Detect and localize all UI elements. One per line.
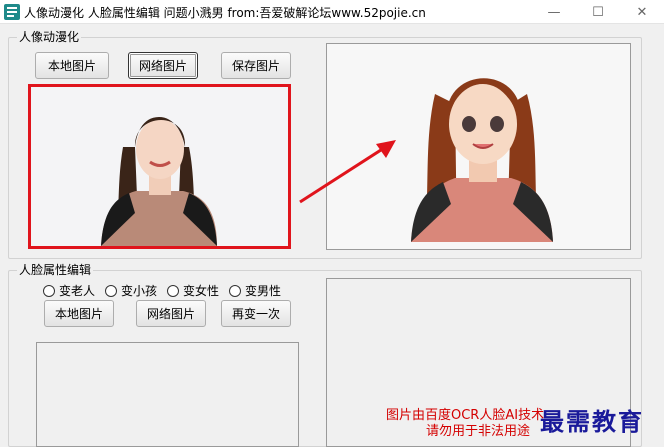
radio-label: 变老人 xyxy=(59,284,96,298)
face-group-label: 人脸属性编辑 xyxy=(17,263,94,277)
radio-old[interactable]: 变老人 xyxy=(43,282,95,299)
radio-button[interactable] xyxy=(105,284,118,297)
radio-label: 变女性 xyxy=(183,284,220,298)
anime-local-image-button[interactable]: 本地图片 xyxy=(35,52,109,79)
face-source-frame xyxy=(36,342,299,447)
window-title: 人像动漫化 人脸属性编辑 问题小溅男 from:吾爱破解论坛www.52poji… xyxy=(24,6,426,20)
close-button[interactable]: ✕ xyxy=(620,0,664,24)
title-bar: 人像动漫化 人脸属性编辑 问题小溅男 from:吾爱破解论坛www.52poji… xyxy=(0,0,664,24)
anime-save-image-button[interactable]: 保存图片 xyxy=(221,52,291,79)
face-network-image-button[interactable]: 网络图片 xyxy=(136,300,206,327)
maximize-button[interactable]: ☐ xyxy=(576,0,620,24)
watermark-text: 最需教育 xyxy=(540,407,644,436)
radio-male[interactable]: 变男性 xyxy=(229,282,281,299)
face-options: 变老人 变小孩 变女性 变男性 xyxy=(43,282,291,299)
source-photo xyxy=(31,87,288,246)
app-icon xyxy=(4,4,20,20)
radio-child[interactable]: 变小孩 xyxy=(105,282,157,299)
radio-female[interactable]: 变女性 xyxy=(167,282,219,299)
face-again-button[interactable]: 再变一次 xyxy=(221,300,291,327)
radio-label: 变男性 xyxy=(245,284,282,298)
radio-button[interactable] xyxy=(43,284,55,297)
minimize-button[interactable]: — xyxy=(532,0,576,24)
anime-group-label: 人像动漫化 xyxy=(17,30,82,44)
radio-label: 变小孩 xyxy=(121,284,158,298)
red-arrow-icon xyxy=(299,140,396,204)
radio-button[interactable] xyxy=(167,284,180,297)
source-photo-frame xyxy=(28,84,291,249)
radio-button[interactable] xyxy=(229,284,242,297)
anime-network-image-button[interactable]: 网络图片 xyxy=(128,52,198,79)
notice-line-2: 请勿用于非法用途 xyxy=(426,424,531,439)
face-local-image-button[interactable]: 本地图片 xyxy=(44,300,114,327)
